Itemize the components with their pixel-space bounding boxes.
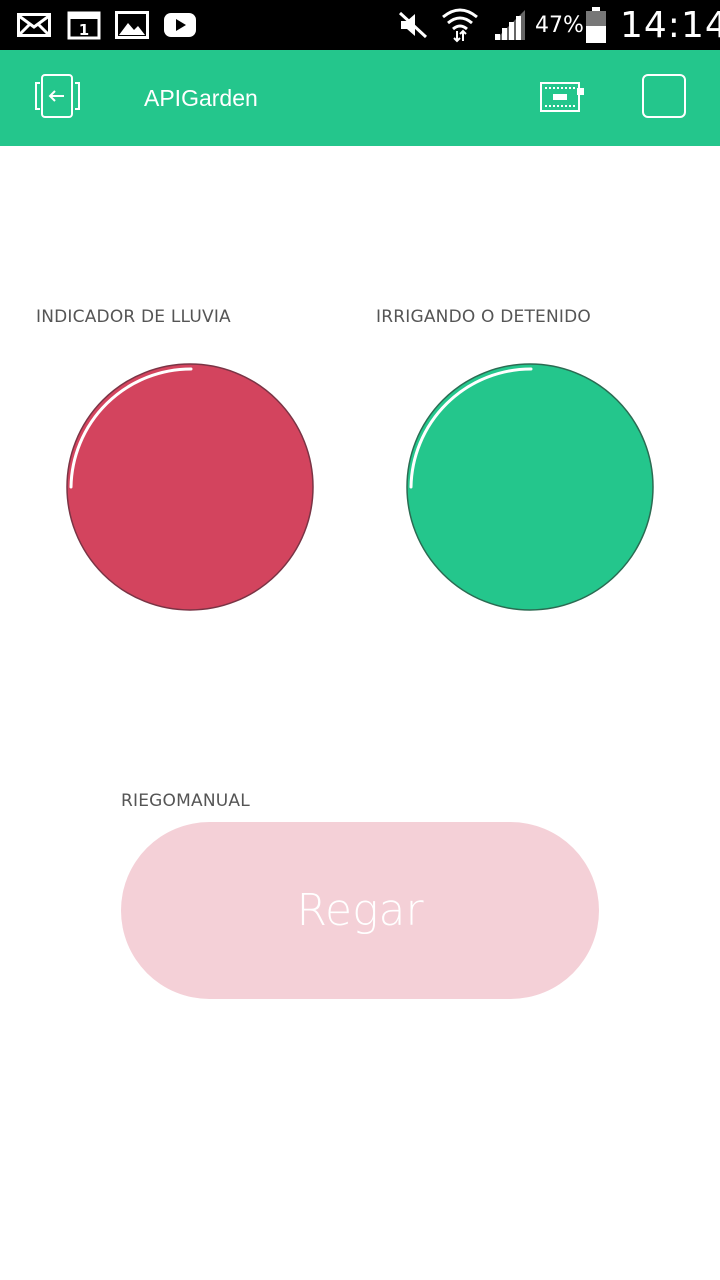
clock-time: 14:14	[620, 4, 720, 46]
signal-icon	[492, 10, 528, 40]
rain-indicator-label: INDICADOR DE LLUVIA	[36, 307, 231, 327]
gallery-icon	[114, 10, 150, 40]
device-icon	[537, 78, 587, 118]
exit-button[interactable]	[28, 74, 84, 122]
youtube-icon	[162, 10, 198, 40]
water-button[interactable]: Regar	[121, 822, 599, 999]
battery-percent: 47%	[535, 12, 584, 38]
status-bar: 1 47% 14:14	[0, 0, 720, 50]
mail-icon	[16, 10, 52, 40]
irrigation-status-label: IRRIGANDO O DETENIDO	[376, 307, 591, 327]
manual-watering-label: RIEGOMANUAL	[121, 791, 250, 811]
exit-icon	[31, 73, 81, 123]
app-bar: APIGarden	[0, 50, 720, 146]
calendar-day-text: 1	[79, 21, 89, 39]
water-button-label: Regar	[296, 885, 424, 936]
device-button[interactable]	[536, 78, 588, 118]
stop-square-icon	[641, 73, 687, 123]
rain-indicator-led	[66, 363, 314, 611]
irrigation-status-led	[406, 363, 654, 611]
battery-icon	[584, 6, 608, 44]
wifi-icon	[440, 6, 480, 44]
stop-button[interactable]	[640, 74, 688, 122]
calendar-icon: 1	[66, 10, 102, 40]
mute-icon	[396, 10, 430, 40]
app-title: APIGarden	[144, 84, 258, 111]
